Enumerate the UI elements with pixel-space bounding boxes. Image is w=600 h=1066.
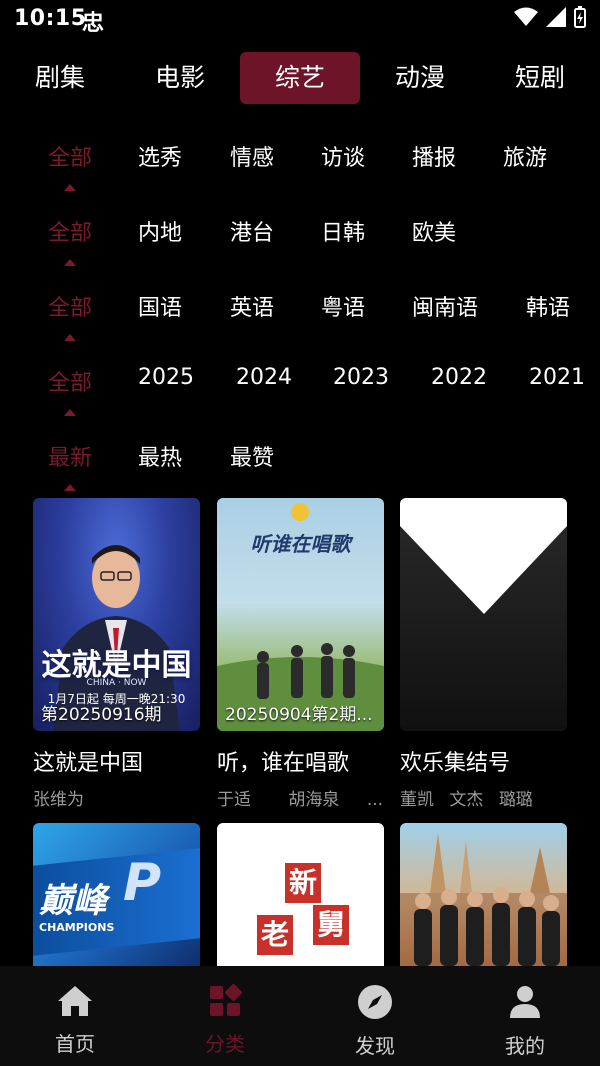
tab-movies[interactable]: 电影 xyxy=(120,52,240,104)
filter-genre-interview[interactable]: 访谈 xyxy=(321,140,365,172)
selected-caret-icon xyxy=(64,334,76,341)
poster-title: 巅峰 xyxy=(39,881,107,921)
nav-category[interactable]: 分类 xyxy=(165,984,285,1057)
nav-label: 首页 xyxy=(55,1032,95,1056)
poster-subtitle: CHINA · NOW xyxy=(86,678,147,688)
show-title: 欢乐集结号 xyxy=(400,751,511,776)
user-icon xyxy=(510,986,540,1018)
status-time: 10:15 xyxy=(14,6,87,31)
selected-caret-icon xyxy=(64,259,76,266)
actor-name: 文杰 xyxy=(449,790,484,810)
nav-home[interactable]: 首页 xyxy=(15,984,135,1057)
filter-region-jp-kr[interactable]: 日韩 xyxy=(321,215,365,247)
tab-series[interactable]: 剧集 xyxy=(0,52,120,104)
app-indicator-icon: 忠 xyxy=(82,11,105,36)
tab-variety[interactable]: 综艺 xyxy=(240,52,360,104)
filter-region-all[interactable]: 全部 xyxy=(48,215,92,247)
actor-name: 于适 xyxy=(217,790,251,810)
filter-lang-korean[interactable]: 韩语 xyxy=(526,290,570,322)
placeholder-shape-icon xyxy=(400,498,567,614)
bottom-nav: 首页 分类 发现 我的 xyxy=(0,966,600,1066)
filter-year-2022[interactable]: 2022 xyxy=(431,365,487,390)
selected-caret-icon xyxy=(64,184,76,191)
filter-row-region: 全部 内地 港台 日韩 欧美 xyxy=(0,215,600,275)
nav-label: 我的 xyxy=(505,1034,545,1058)
filter-region-hk-tw[interactable]: 港台 xyxy=(230,215,274,247)
episode-label: 20250904第2期... xyxy=(225,705,373,725)
filter-year-2024[interactable]: 2024 xyxy=(236,365,292,390)
filter-region-mainland[interactable]: 内地 xyxy=(138,215,182,247)
filter-row-year: 全部 2025 2024 2023 2022 2021 xyxy=(0,365,600,425)
filter-year-all[interactable]: 全部 xyxy=(48,365,92,397)
tab-short-drama[interactable]: 短剧 xyxy=(480,52,600,104)
tab-anime[interactable]: 动漫 xyxy=(360,52,480,104)
filter-lang-mandarin[interactable]: 国语 xyxy=(138,290,182,322)
group-photo-icon xyxy=(400,833,567,966)
sort-latest[interactable]: 最新 xyxy=(48,440,92,472)
category-icon xyxy=(210,984,242,1016)
poster-title: 听谁在唱歌 xyxy=(250,532,351,556)
show-card[interactable]: 这就是中国 CHINA · NOW 1月7日起 每周一晚21:30 第20250… xyxy=(33,498,200,810)
filter-lang-all[interactable]: 全部 xyxy=(48,290,92,322)
episode-label: 第20250916期 xyxy=(41,705,162,725)
poster-placeholder xyxy=(400,498,567,731)
poster-image: 听谁在唱歌 20250904第2期... xyxy=(217,498,384,731)
show-card[interactable]: 听谁在唱歌 20250904第2期... 听，谁在唱歌 于适 胡海泉 ... xyxy=(217,498,384,810)
wifi-icon xyxy=(514,7,538,26)
nav-discover[interactable]: 发现 xyxy=(315,984,435,1059)
actor-name: ... xyxy=(366,790,384,810)
sort-hottest[interactable]: 最热 xyxy=(138,440,182,472)
filter-year-2025[interactable]: 2025 xyxy=(138,365,194,390)
poster-art-text: P xyxy=(123,853,162,913)
poster-subtitle: CHAMPIONS xyxy=(39,921,115,934)
show-actors: 于适 胡海泉 ... xyxy=(217,785,384,810)
filter-lang-cantonese[interactable]: 粤语 xyxy=(321,290,365,322)
actor-name: 璐璐 xyxy=(498,790,533,810)
show-card[interactable]: 欢乐集结号 董凯 文杰 璐璐 xyxy=(400,498,567,810)
show-actors: 董凯 文杰 璐璐 xyxy=(400,785,567,810)
show-card[interactable]: 新 老 舅 xyxy=(217,823,384,966)
category-tabs: 剧集 电影 综艺 动漫 短剧 xyxy=(0,52,600,104)
show-actors: 张维为 xyxy=(33,785,200,810)
status-icons xyxy=(514,6,586,28)
filter-genre-travel[interactable]: 旅游 xyxy=(503,140,547,172)
compass-icon xyxy=(358,985,392,1019)
sort-most-liked[interactable]: 最赞 xyxy=(230,440,274,472)
filter-genre-news[interactable]: 播报 xyxy=(412,140,456,172)
home-icon xyxy=(58,986,92,1016)
filter-region-west[interactable]: 欧美 xyxy=(412,215,456,247)
filter-genre-talent[interactable]: 选秀 xyxy=(138,140,182,172)
poster-char: 新 xyxy=(285,863,321,903)
nav-label: 发现 xyxy=(355,1034,395,1058)
nav-profile[interactable]: 我的 xyxy=(465,984,585,1059)
selected-caret-icon xyxy=(64,409,76,416)
battery-icon xyxy=(574,6,586,28)
filter-lang-english[interactable]: 英语 xyxy=(230,290,274,322)
filter-year-2023[interactable]: 2023 xyxy=(333,365,389,390)
filter-year-2021[interactable]: 2021 xyxy=(529,365,585,390)
show-card[interactable] xyxy=(400,823,567,966)
poster-char: 老 xyxy=(257,915,293,955)
status-bar: 10:15 忠 xyxy=(0,0,600,40)
actor-name: 董凯 xyxy=(400,790,434,810)
actor-name: 胡海泉 xyxy=(288,790,340,810)
actor-name: 张维为 xyxy=(33,790,84,810)
filter-genre-romance[interactable]: 情感 xyxy=(230,140,274,172)
show-title: 听，谁在唱歌 xyxy=(217,751,350,776)
signal-icon xyxy=(546,7,566,27)
show-title: 这就是中国 xyxy=(33,751,144,776)
poster-char: 舅 xyxy=(313,905,349,945)
filter-row-sort: 最新 最热 最赞 xyxy=(0,440,600,500)
show-card[interactable]: 巅峰 CHAMPIONS P xyxy=(33,823,200,966)
filter-lang-minnan[interactable]: 闽南语 xyxy=(412,290,478,322)
selected-caret-icon xyxy=(64,484,76,491)
poster-image: 这就是中国 CHINA · NOW 1月7日起 每周一晚21:30 第20250… xyxy=(33,498,200,731)
filter-genre-all[interactable]: 全部 xyxy=(48,140,92,172)
filter-row-language: 全部 国语 英语 粤语 闽南语 韩语 xyxy=(0,290,600,350)
nav-label: 分类 xyxy=(205,1032,245,1056)
filter-row-genre: 全部 选秀 情感 访谈 播报 旅游 xyxy=(0,140,600,200)
